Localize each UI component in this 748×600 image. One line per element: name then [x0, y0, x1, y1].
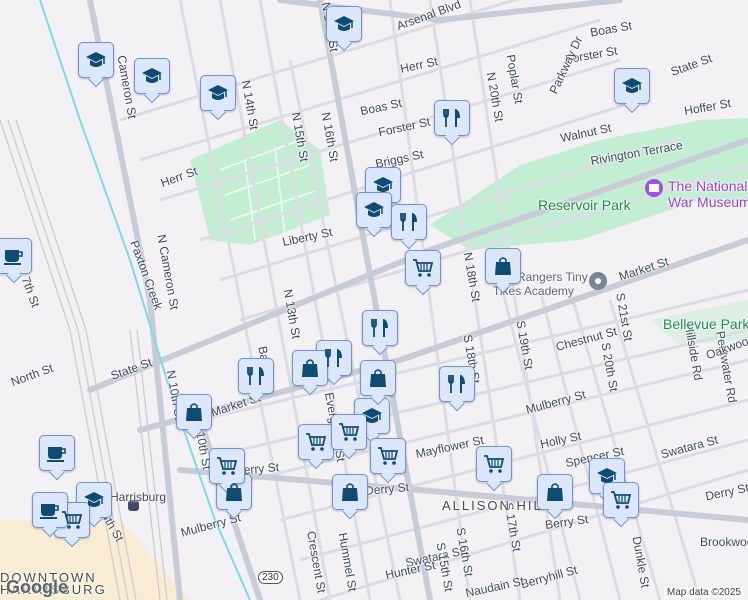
marker-education[interactable]: [200, 75, 236, 111]
museum-label[interactable]: The National War Museum: [668, 178, 748, 210]
marker-shopping-bag[interactable]: [485, 248, 521, 284]
marker-education[interactable]: [134, 58, 170, 94]
grocery-cart-icon: [413, 259, 434, 277]
museum-name-line1: The National: [668, 178, 748, 194]
marker-education[interactable]: [356, 192, 392, 228]
shopping-bag-icon: [302, 359, 318, 377]
marker-shopping-bag[interactable]: [176, 394, 212, 430]
shopping-bag-icon: [226, 483, 242, 501]
education-icon: [373, 177, 393, 192]
map-label-allison-hill: ALLISON HILL: [442, 498, 552, 513]
marker-grocery-cart[interactable]: [370, 438, 406, 474]
marker-grocery-cart[interactable]: [603, 482, 639, 518]
shopping-bag-icon: [495, 257, 511, 275]
marker-restaurant[interactable]: [439, 366, 475, 402]
cafe-icon: [4, 250, 23, 265]
education-icon: [208, 85, 228, 100]
education-icon: [597, 468, 617, 483]
grocery-cart-icon: [484, 455, 505, 473]
shopping-bag-icon: [370, 369, 386, 387]
map-label-brookwood: Brookwood: [700, 535, 748, 549]
education-icon: [622, 78, 642, 93]
grocery-cart-icon: [306, 433, 327, 451]
cafe-icon: [40, 504, 59, 519]
education-icon: [142, 68, 162, 83]
shopping-bag-icon: [186, 403, 202, 421]
map-label-bellevue-park[interactable]: Bellevue Park: [663, 316, 748, 332]
grocery-cart-icon: [378, 447, 399, 465]
map-attribution[interactable]: Map data ©2025: [663, 587, 744, 598]
cafe-icon: [47, 447, 66, 462]
restaurant-icon: [400, 213, 417, 231]
marker-education[interactable]: [614, 68, 650, 104]
museum-pin[interactable]: [645, 179, 663, 197]
shopping-bag-icon: [342, 483, 358, 501]
restaurant-icon: [325, 349, 342, 367]
education-icon: [334, 16, 354, 31]
marker-shopping-bag[interactable]: [537, 474, 573, 510]
route-230-shield: 230: [258, 571, 283, 584]
marker-grocery-cart[interactable]: [476, 446, 512, 482]
education-icon: [84, 492, 104, 507]
marker-restaurant[interactable]: [434, 100, 470, 136]
restaurant-icon: [443, 109, 460, 127]
marker-shopping-bag[interactable]: [332, 474, 368, 510]
marker-cafe[interactable]: [39, 435, 75, 471]
education-icon: [364, 202, 384, 217]
marker-restaurant[interactable]: [362, 310, 398, 346]
marker-restaurant[interactable]: [238, 358, 274, 394]
education-icon: [362, 408, 382, 423]
marker-education[interactable]: [78, 42, 114, 78]
marker-cafe[interactable]: [0, 238, 32, 274]
marker-restaurant[interactable]: [391, 204, 427, 240]
marker-grocery-cart[interactable]: [405, 250, 441, 286]
museum-name-line2: War Museum: [668, 194, 748, 210]
marker-grocery-cart[interactable]: [298, 424, 334, 460]
restaurant-icon: [448, 375, 465, 393]
google-logo: Google: [6, 577, 68, 597]
map-label-harrisburg: Harrisburg: [110, 490, 167, 504]
marker-shopping-bag[interactable]: [360, 360, 396, 396]
restaurant-icon: [247, 367, 264, 385]
map-label-reservoir-park[interactable]: Reservoir Park: [538, 197, 631, 213]
grocery-cart-icon: [62, 511, 83, 529]
restaurant-icon: [371, 319, 388, 337]
marker-grocery-cart[interactable]: [209, 448, 245, 484]
education-icon: [86, 52, 106, 67]
marker-shopping-bag[interactable]: [216, 474, 252, 510]
grocery-cart-icon: [217, 457, 238, 475]
marker-education[interactable]: [326, 6, 362, 42]
grocery-cart-icon: [339, 423, 360, 441]
shopping-bag-icon: [547, 483, 563, 501]
grocery-cart-icon: [611, 491, 632, 509]
